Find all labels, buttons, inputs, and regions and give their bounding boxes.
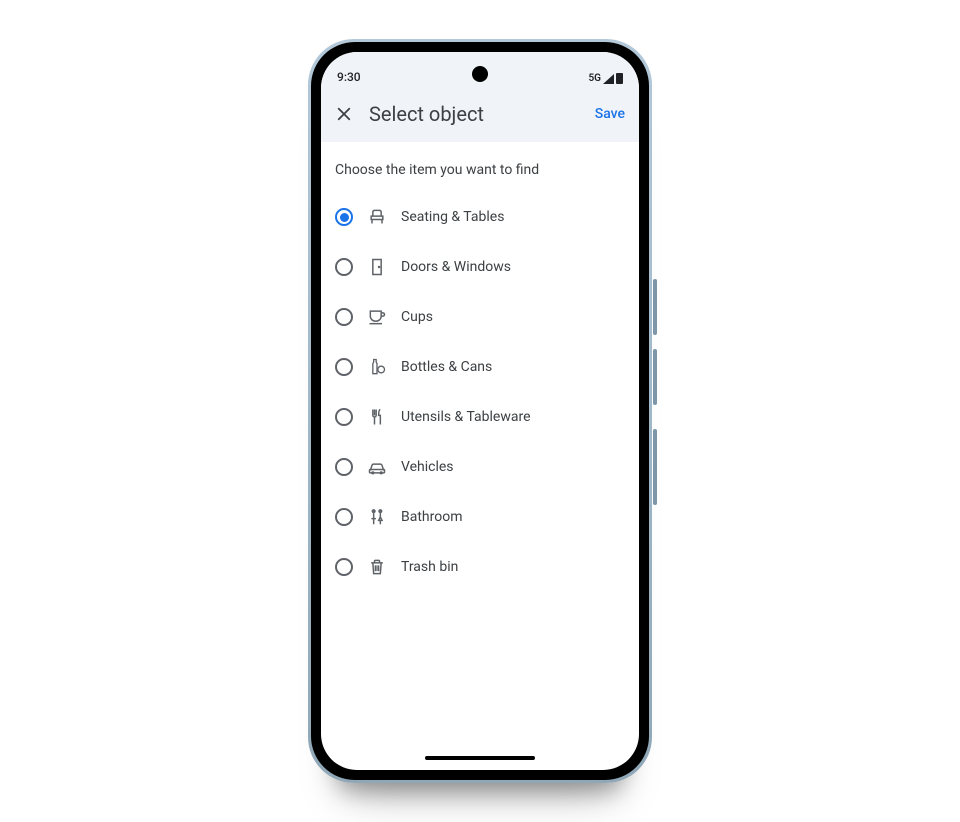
option-label: Bottles & Cans [401,359,492,375]
option-list: Seating & Tables Doors & Windows Cups Bottl… [335,192,625,592]
option-label: Seating & Tables [401,209,504,225]
restroom-icon [367,507,387,527]
option-doors-windows[interactable]: Doors & Windows [335,242,625,292]
radio-vehicles[interactable] [335,458,353,476]
radio-bathroom[interactable] [335,508,353,526]
status-time: 9:30 [337,70,361,84]
option-label: Doors & Windows [401,259,511,275]
phone-frame: 9:30 5G Select object Save Ch [308,39,652,783]
radio-doors-windows[interactable] [335,258,353,276]
trash-icon [367,557,387,577]
app-bar: Select object Save [321,86,639,142]
chair-icon [367,207,387,227]
volume-up-button [653,279,657,335]
option-utensils[interactable]: Utensils & Tableware [335,392,625,442]
battery-icon [616,73,623,84]
radio-trash-bin[interactable] [335,558,353,576]
car-icon [367,457,387,477]
prompt-text: Choose the item you want to find [335,162,625,178]
power-button [653,429,657,505]
radio-cups[interactable] [335,308,353,326]
radio-bottles-cans[interactable] [335,358,353,376]
front-camera [472,66,488,82]
option-label: Cups [401,309,433,325]
page-title: Select object [369,102,579,126]
cup-icon [367,307,387,327]
save-button[interactable]: Save [595,106,625,122]
option-bottles-cans[interactable]: Bottles & Cans [335,342,625,392]
close-icon[interactable] [335,105,353,123]
option-cups[interactable]: Cups [335,292,625,342]
content-area: Choose the item you want to find Seating… [321,142,639,592]
radio-utensils[interactable] [335,408,353,426]
utensils-icon [367,407,387,427]
option-label: Vehicles [401,459,454,475]
volume-down-button [653,349,657,405]
option-vehicles[interactable]: Vehicles [335,442,625,492]
gesture-nav-bar [425,756,535,760]
radio-seating-tables[interactable] [335,208,353,226]
option-label: Bathroom [401,509,462,525]
option-label: Utensils & Tableware [401,409,531,425]
option-label: Trash bin [401,559,458,575]
option-bathroom[interactable]: Bathroom [335,492,625,542]
bottle-icon [367,357,387,377]
signal-icon [603,74,614,84]
option-seating-tables[interactable]: Seating & Tables [335,192,625,242]
network-label: 5G [588,73,601,84]
option-trash-bin[interactable]: Trash bin [335,542,625,592]
door-icon [367,257,387,277]
